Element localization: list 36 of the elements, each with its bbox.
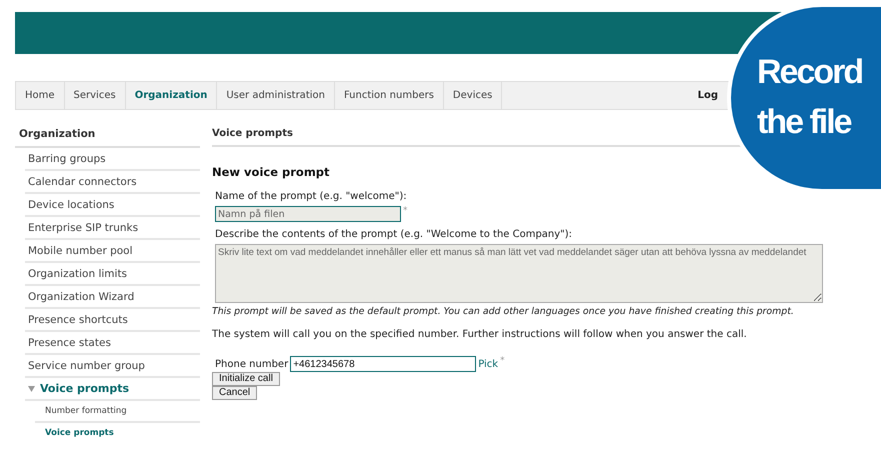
nav-tab[interactable]: User administration bbox=[217, 82, 335, 109]
login-link[interactable]: Log bbox=[698, 82, 718, 109]
sidebar-item[interactable]: Organization limits bbox=[25, 263, 200, 286]
sidebar-item-label[interactable]: Voice prompts bbox=[40, 383, 130, 395]
sidebar-item[interactable]: Organization Wizard bbox=[25, 286, 200, 309]
form-button[interactable]: Initialize call bbox=[212, 372, 280, 386]
field-label: Describe the contents of the prompt (e.g. "Welcome to the Company"): bbox=[215, 229, 574, 240]
description-field[interactable]: Skriv lite text om vad meddelandet innehåller eller ett manus så man lätt vet vad meddelandet säger utan att behöva lyssna av meddelandet bbox=[215, 244, 823, 303]
sidebar-item[interactable]: Calendar connectors bbox=[25, 171, 200, 194]
form-heading: New voice prompt bbox=[212, 165, 331, 179]
required-mark: * bbox=[500, 356, 505, 366]
nav-tab[interactable]: Devices bbox=[444, 82, 502, 109]
pick-link[interactable]: Pick bbox=[478, 358, 498, 370]
sidebar-item[interactable]: Mobile number pool bbox=[25, 240, 200, 263]
sidebar-item[interactable]: Enterprise SIP trunks bbox=[25, 217, 200, 240]
form-button[interactable]: Cancel bbox=[212, 386, 258, 400]
field-label: Phone number bbox=[215, 358, 288, 370]
nav-tab[interactable]: Organization bbox=[126, 82, 218, 109]
sidebar-item[interactable]: Barring groups bbox=[25, 148, 200, 171]
nav-tab[interactable]: Function numbers bbox=[334, 82, 444, 109]
instruction-text: The system will call you on the specified number. Further instructions will follow when you answer the call. bbox=[212, 329, 748, 340]
nav-tab[interactable]: Home bbox=[16, 82, 65, 109]
sidebar-subitem[interactable]: Voice prompts bbox=[35, 423, 200, 443]
required-mark: * bbox=[403, 206, 408, 216]
sidebar-item[interactable]: Presence shortcuts bbox=[25, 309, 200, 332]
caret-down-icon[interactable] bbox=[28, 386, 35, 392]
note-text: This prompt will be saved as the default prompt. You can add other languages once you have finished creating this prompt. bbox=[212, 306, 795, 317]
sidebar-item[interactable]: Service number group bbox=[25, 355, 200, 378]
nav-tab[interactable]: Services bbox=[64, 82, 126, 109]
field-label: Name of the prompt (e.g. "welcome"): bbox=[215, 191, 408, 202]
input-field[interactable]: Namn på filen bbox=[215, 206, 401, 222]
sidebar-item[interactable]: Presence states bbox=[25, 332, 200, 355]
phone-field[interactable]: +4612345678 bbox=[290, 356, 476, 372]
sidebar-subitem[interactable]: Number formatting bbox=[35, 401, 200, 423]
sidebar-item[interactable]: Device locations bbox=[25, 194, 200, 217]
sidebar-title: Organization bbox=[15, 120, 200, 148]
